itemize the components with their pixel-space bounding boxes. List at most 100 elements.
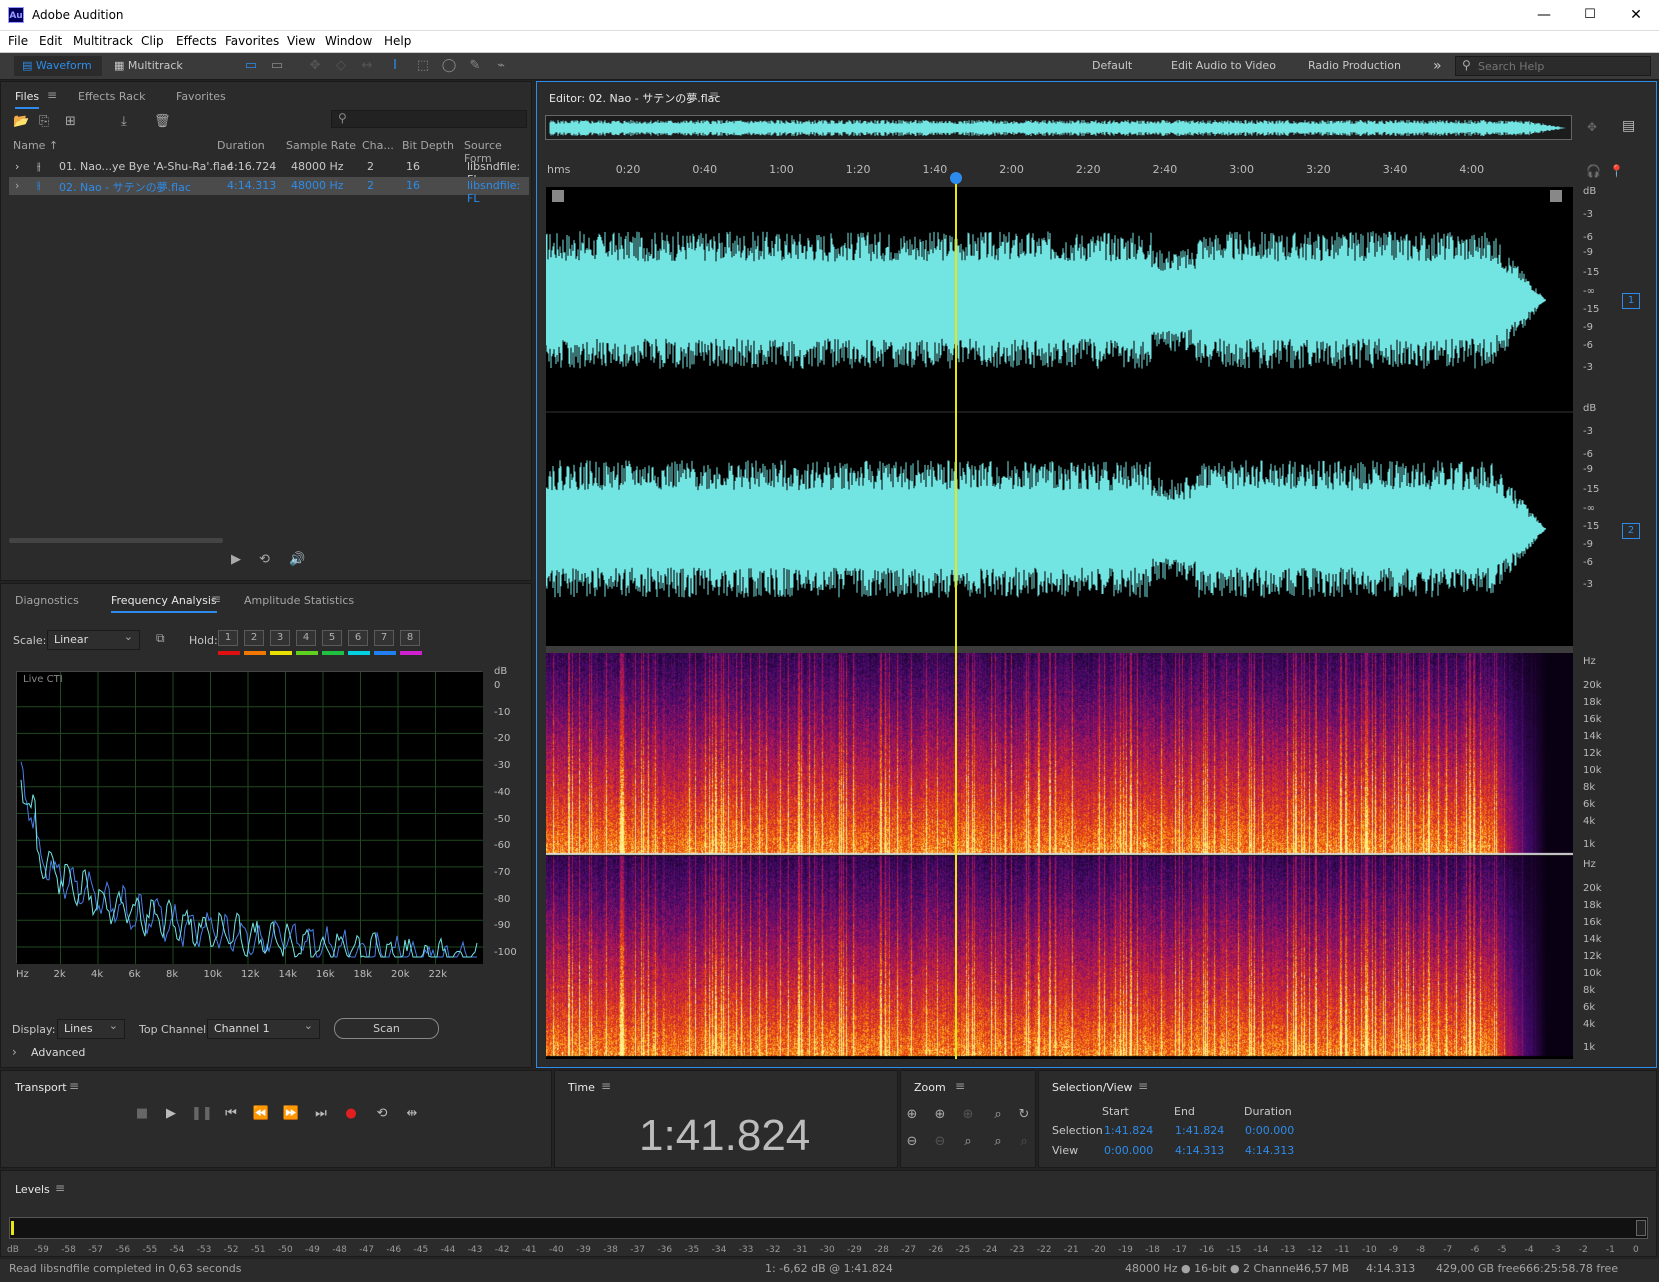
- playhead-handle[interactable]: [950, 172, 962, 184]
- col-sample-rate[interactable]: Sample Rate: [286, 139, 356, 152]
- advanced-label[interactable]: Advanced: [31, 1046, 85, 1059]
- delete-icon[interactable]: 🗑: [154, 114, 171, 129]
- spectral-divider[interactable]: [546, 646, 1573, 653]
- hold-3-button[interactable]: 3: [270, 630, 290, 646]
- screenshot-icon[interactable]: ⧉: [156, 631, 165, 646]
- view-duration[interactable]: 4:14.313: [1245, 1144, 1294, 1157]
- maximize-icon[interactable]: ☐: [1567, 0, 1613, 31]
- playhead-line[interactable]: [955, 180, 957, 1059]
- col-name[interactable]: Name ↑: [13, 139, 58, 152]
- col-duration[interactable]: Duration: [217, 139, 265, 152]
- move-to-next-icon[interactable]: ⏭: [311, 1104, 331, 1124]
- stop-icon[interactable]: ■: [132, 1104, 152, 1124]
- new-file-icon[interactable]: ⊞: [65, 114, 76, 129]
- zoom-in-at-playhead-icon[interactable]: ⌕: [1013, 1131, 1035, 1153]
- channel-2-toggle[interactable]: 2: [1622, 523, 1640, 539]
- insert-into-multitrack-icon[interactable]: ⤓: [121, 114, 127, 129]
- zoom-in-selection-icon[interactable]: ⊕: [957, 1104, 979, 1126]
- waveform-view-button[interactable]: ▤ Waveform: [14, 56, 102, 76]
- razor-tool-icon[interactable]: ◇: [332, 58, 350, 74]
- hold-4-button[interactable]: 4: [296, 630, 316, 646]
- spectral-display[interactable]: [546, 653, 1573, 1059]
- menu-window[interactable]: Window: [325, 34, 372, 48]
- fast-forward-icon[interactable]: ⏩: [281, 1104, 301, 1124]
- advanced-expand-icon[interactable]: ›: [12, 1045, 17, 1059]
- menu-multitrack[interactable]: Multitrack: [73, 34, 133, 48]
- hold-7-button[interactable]: 7: [374, 630, 394, 646]
- workspace-default[interactable]: Default: [1092, 56, 1132, 76]
- multitrack-view-button[interactable]: ▦ Multitrack: [110, 56, 200, 76]
- zoom-out-time-icon[interactable]: ⊖: [929, 1131, 951, 1153]
- minimize-icon[interactable]: —: [1521, 0, 1567, 31]
- workspace-edit-audio-to-video[interactable]: Edit Audio to Video: [1171, 56, 1276, 76]
- hold-5-button[interactable]: 5: [322, 630, 342, 646]
- file-row[interactable]: › ⫲ 01. Nao...ye Bye 'A-Shu-Ra'.flac 4:1…: [9, 158, 529, 186]
- pause-icon[interactable]: ❚❚: [191, 1104, 213, 1124]
- channel-1-toggle[interactable]: 1: [1622, 293, 1640, 309]
- col-bit-depth[interactable]: Bit Depth: [402, 139, 454, 152]
- menu-help[interactable]: Help: [384, 34, 411, 48]
- analysis-menu-icon[interactable]: ≡: [211, 592, 221, 606]
- overview-navigator[interactable]: [545, 115, 1572, 140]
- time-ruler[interactable]: hms 0:20 0:40 1:00 1:20 1:40 2:00 2:20 2:40 3:00 3…: [545, 162, 1574, 180]
- col-channels[interactable]: Cha...: [362, 139, 394, 152]
- waveform-display[interactable]: [545, 187, 1573, 646]
- search-help-box[interactable]: ⚲: [1455, 56, 1651, 76]
- spectral-waveform-icon[interactable]: ▭: [242, 58, 260, 74]
- file-row-selected[interactable]: › ⫲ 02. Nao - サテンの夢.flac 4:14.313 48000 …: [9, 177, 529, 205]
- workspace-radio-production[interactable]: Radio Production: [1308, 56, 1401, 76]
- lasso-tool-icon[interactable]: ◯: [440, 58, 458, 74]
- zoom-out-amplitude-icon[interactable]: ⊖: [901, 1131, 923, 1153]
- play-preview-icon[interactable]: ▶: [231, 552, 241, 567]
- pin-icon[interactable]: 📍: [1609, 164, 1624, 178]
- transport-menu-icon[interactable]: ≡: [69, 1079, 79, 1093]
- loop-playback-icon[interactable]: ⟲: [372, 1104, 392, 1124]
- move-to-previous-icon[interactable]: ⏮: [221, 1104, 241, 1124]
- search-help-input[interactable]: [1478, 58, 1646, 74]
- tab-effects-rack[interactable]: Effects Rack: [78, 90, 145, 103]
- hold-6-button[interactable]: 6: [348, 630, 368, 646]
- tab-files[interactable]: Files: [15, 90, 40, 109]
- marquee-tool-icon[interactable]: ⬚: [414, 58, 432, 74]
- top-channel-dropdown[interactable]: Channel 1: [207, 1017, 320, 1039]
- time-display[interactable]: 1:41.824: [639, 1111, 810, 1161]
- close-icon[interactable]: ✕: [1613, 0, 1659, 31]
- expand-icon[interactable]: ›: [15, 160, 19, 173]
- menu-effects[interactable]: Effects: [176, 34, 217, 48]
- scan-button[interactable]: Scan: [334, 1018, 439, 1039]
- spectral-display-icon[interactable]: ▭: [268, 58, 286, 74]
- files-search-input[interactable]: ⚲: [331, 110, 527, 128]
- view-end[interactable]: 4:14.313: [1175, 1144, 1224, 1157]
- editor-menu-icon[interactable]: ≡: [709, 88, 719, 102]
- level-clip-indicator[interactable]: [1636, 1220, 1646, 1236]
- tab-frequency-analysis[interactable]: Frequency Analysis: [111, 594, 217, 613]
- tab-favorites[interactable]: Favorites: [176, 90, 226, 103]
- more-workspaces-icon[interactable]: »: [1433, 56, 1442, 76]
- time-menu-icon[interactable]: ≡: [601, 1079, 611, 1093]
- selection-start[interactable]: 1:41.824: [1104, 1124, 1153, 1137]
- rewind-icon[interactable]: ⏪: [251, 1104, 271, 1124]
- zoom-in-amplitude-icon[interactable]: ⊕: [901, 1104, 923, 1126]
- import-file-icon[interactable]: ⎘: [39, 114, 49, 129]
- zoom-reset-icon[interactable]: ↻: [1013, 1104, 1035, 1126]
- expand-icon[interactable]: ›: [15, 179, 19, 192]
- tab-diagnostics[interactable]: Diagnostics: [15, 594, 79, 607]
- selection-menu-icon[interactable]: ≡: [1138, 1079, 1148, 1093]
- scale-dropdown[interactable]: Linear: [47, 628, 140, 650]
- loop-preview-icon[interactable]: ⟲: [259, 552, 270, 567]
- menu-favorites[interactable]: Favorites: [225, 34, 279, 48]
- panel-options-icon[interactable]: ▤: [1622, 118, 1635, 134]
- fade-out-handle[interactable]: [1550, 190, 1562, 202]
- files-panel-menu-icon[interactable]: ≡: [47, 88, 57, 102]
- selection-duration[interactable]: 0:00.000: [1245, 1124, 1294, 1137]
- headphones-icon[interactable]: 🎧: [1586, 164, 1601, 178]
- skip-selection-icon[interactable]: ⇹: [402, 1104, 422, 1124]
- fade-in-handle[interactable]: [552, 190, 564, 202]
- hold-8-button[interactable]: 8: [400, 630, 420, 646]
- autoplay-icon[interactable]: 🔊: [289, 552, 305, 567]
- zoom-out-full-both-icon[interactable]: ⌕: [987, 1131, 1009, 1153]
- zoom-out-full-icon[interactable]: ⌕: [957, 1131, 979, 1153]
- display-dropdown[interactable]: Lines: [57, 1017, 125, 1039]
- play-icon[interactable]: ▶: [161, 1104, 181, 1124]
- zoom-in-time-icon[interactable]: ⊕: [929, 1104, 951, 1126]
